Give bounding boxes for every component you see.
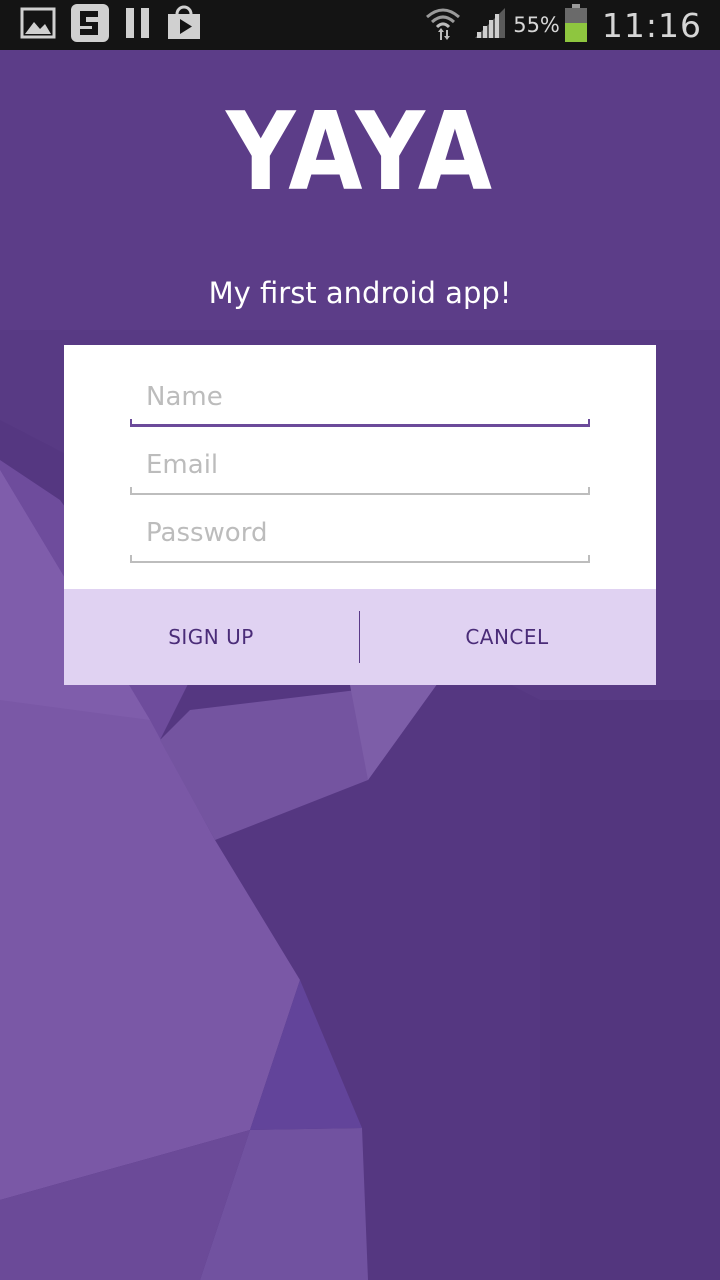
app-notification-icon bbox=[70, 3, 110, 47]
gallery-icon bbox=[20, 5, 56, 45]
password-field[interactable] bbox=[130, 509, 590, 563]
status-bar: 55% 11:16 bbox=[0, 0, 720, 50]
battery-icon bbox=[564, 4, 588, 46]
name-field[interactable] bbox=[130, 373, 590, 427]
app-logo: YAYA bbox=[225, 89, 495, 215]
password-input[interactable] bbox=[130, 509, 590, 557]
app-tagline: My first android app! bbox=[208, 276, 512, 310]
wifi-icon bbox=[425, 5, 461, 45]
pause-icon bbox=[124, 6, 152, 44]
name-underline bbox=[130, 419, 590, 427]
signup-card: SIGN UP CANCEL bbox=[64, 345, 656, 685]
battery-percent: 55% bbox=[513, 13, 560, 37]
button-bar: SIGN UP CANCEL bbox=[64, 589, 656, 685]
signal-icon bbox=[473, 6, 507, 44]
email-field[interactable] bbox=[130, 441, 590, 495]
notification-icons bbox=[20, 3, 216, 47]
email-underline bbox=[130, 487, 590, 495]
play-store-icon bbox=[166, 5, 202, 45]
name-input[interactable] bbox=[130, 373, 590, 421]
signup-screen: 55% 11:16 YAYA My first android app! Nam… bbox=[0, 0, 720, 1280]
sign-up-button[interactable]: SIGN UP bbox=[64, 589, 358, 685]
clock: 11:16 bbox=[601, 5, 702, 45]
battery-fill bbox=[564, 23, 587, 42]
cancel-button[interactable]: CANCEL bbox=[360, 589, 654, 685]
password-underline bbox=[130, 555, 590, 563]
email-input[interactable] bbox=[130, 441, 590, 489]
system-icons: 55% 11:16 bbox=[425, 0, 702, 50]
